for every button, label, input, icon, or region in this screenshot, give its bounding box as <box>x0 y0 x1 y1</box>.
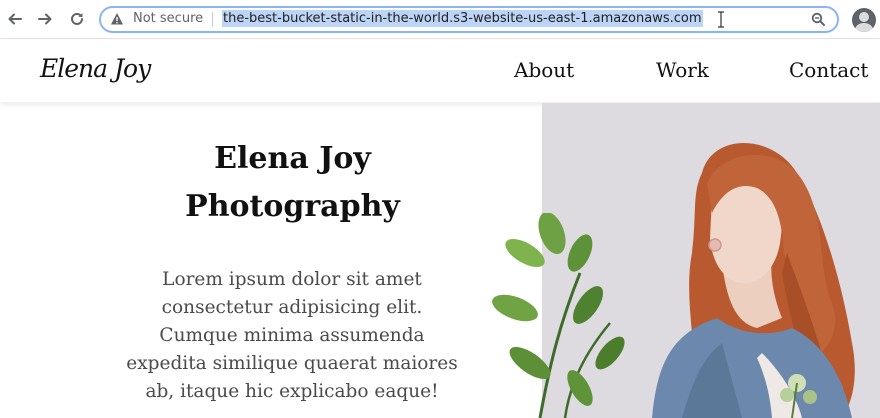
warning-icon <box>111 13 123 25</box>
hero-description: Lorem ipsum dolor sit amet consectetur a… <box>118 266 466 406</box>
text-cursor-icon <box>718 11 724 28</box>
arrow-left-icon <box>8 13 22 25</box>
hero-text-line: Lorem ipsum dolor sit amet <box>162 269 422 290</box>
nav-work[interactable]: Work <box>656 58 709 82</box>
hero-title-line: Photography <box>185 189 400 224</box>
forward-button[interactable] <box>34 8 56 30</box>
hero-title-line: Elena Joy <box>214 141 371 176</box>
avatar-body <box>855 23 873 32</box>
site-header: Elena Joy About Work Contact <box>0 40 880 102</box>
url-text[interactable]: the-best-bucket-static-in-the-world.s3-w… <box>222 10 703 27</box>
arrow-right-icon <box>38 13 52 25</box>
reload-button[interactable] <box>66 8 88 30</box>
plant-illustration <box>492 213 625 418</box>
reload-icon <box>71 12 83 25</box>
hero-title: Elena Joy Photography <box>140 135 445 231</box>
hero-text-line: consectetur adipisicing elit. <box>161 297 423 318</box>
hero-text-line: Cumque minima assumenda <box>159 325 425 346</box>
nav-about[interactable]: About <box>514 58 574 82</box>
nav-contact[interactable]: Contact <box>789 58 868 82</box>
browser-toolbar: Not secure the-best-bucket-static-in-the… <box>0 0 880 39</box>
site-logo[interactable]: Elena Joy <box>40 54 151 83</box>
back-button[interactable] <box>4 8 26 30</box>
avatar-head <box>859 12 869 22</box>
address-bar[interactable]: Not secure the-best-bucket-static-in-the… <box>99 6 839 33</box>
security-label[interactable]: Not secure <box>133 11 203 26</box>
profile-avatar-icon[interactable] <box>852 8 876 32</box>
divider <box>212 12 213 27</box>
zoom-icon[interactable] <box>811 12 826 27</box>
hero-section: Elena Joy Photography Lorem ipsum dolor … <box>0 103 880 418</box>
hero-text-line: ab, itaque hic explicabo eaque! <box>145 381 439 402</box>
hero-text-line: expedita similique quaerat maiores <box>126 353 458 374</box>
